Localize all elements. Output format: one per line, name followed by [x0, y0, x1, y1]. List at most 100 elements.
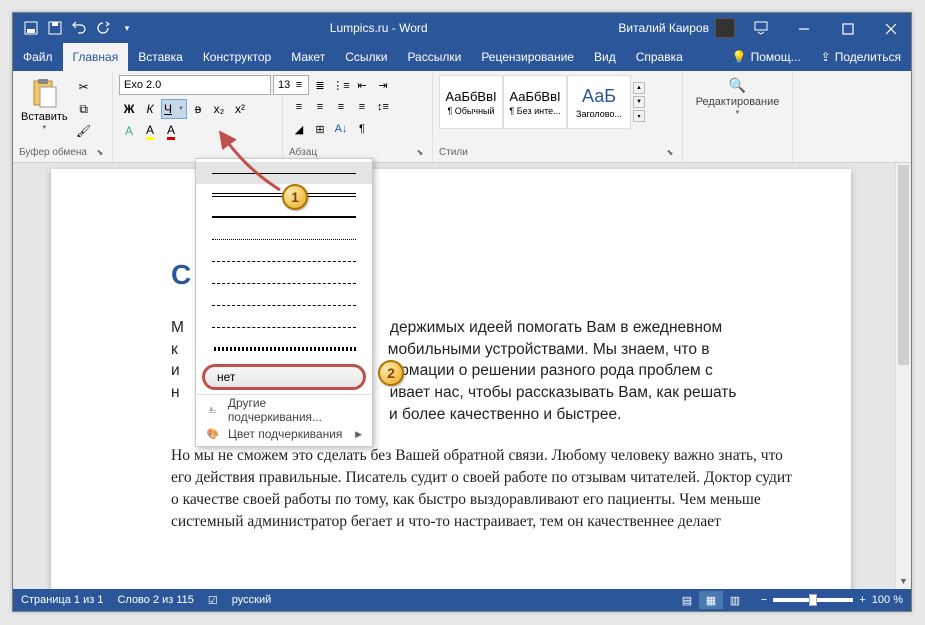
align-left-button[interactable]: ≡ [289, 97, 309, 117]
styles-dialog-launcher[interactable]: ⬊ [664, 146, 676, 158]
tab-home[interactable]: Главная [63, 43, 129, 71]
underline-none[interactable]: нет [202, 364, 366, 390]
underline-color[interactable]: 🎨Цвет подчеркивания▶ [196, 422, 372, 446]
underline-style-single[interactable] [196, 162, 372, 184]
underline-style-thick[interactable] [196, 206, 372, 228]
page-indicator[interactable]: Страница 1 из 1 [21, 594, 103, 606]
tab-references[interactable]: Ссылки [335, 43, 397, 71]
group-styles: АаБбВвІ¶ Обычный АаБбВвІ¶ Без инте... Аа… [433, 71, 683, 162]
tab-mailings[interactable]: Рассылки [397, 43, 471, 71]
close-icon[interactable] [871, 14, 911, 44]
chevron-down-icon: ▼ [735, 110, 741, 116]
tab-file[interactable]: Файл [13, 43, 63, 71]
underline-style-dashed[interactable] [196, 250, 372, 272]
scroll-down-icon[interactable]: ▼ [896, 573, 911, 589]
subscript-button[interactable]: x₂ [209, 99, 229, 119]
callout-1: 1 [282, 184, 308, 210]
highlight-button[interactable]: A [140, 121, 160, 141]
document-area: С Мдержимых идеей помогать Вам в ежеднев… [13, 163, 911, 589]
page: С Мдержимых идеей помогать Вам в ежеднев… [51, 169, 851, 589]
clipboard-dialog-launcher[interactable]: ⬊ [94, 146, 106, 158]
copy-icon[interactable]: ⧉ [74, 99, 94, 119]
line-spacing-button[interactable]: ↕≡ [373, 97, 393, 117]
tab-help[interactable]: Справка [626, 43, 693, 71]
word-count[interactable]: Слово 2 из 115 [117, 594, 193, 606]
style-normal[interactable]: АаБбВвІ¶ Обычный [439, 75, 503, 129]
clipboard-icon [28, 77, 60, 109]
tab-layout[interactable]: Макет [281, 43, 335, 71]
underline-style-dash-wide[interactable] [196, 272, 372, 294]
decrease-indent-button[interactable]: ⇤ [352, 75, 372, 95]
underline-button[interactable]: Ч▼ [161, 99, 187, 119]
multilevel-button[interactable]: ⋮≡ [331, 75, 351, 95]
read-mode-icon[interactable]: ▤ [675, 591, 699, 609]
spellcheck-icon[interactable]: ☑ [208, 594, 218, 607]
paragraph-group-label: Абзац [289, 147, 317, 158]
font-color-button[interactable]: A [161, 121, 181, 141]
vertical-scrollbar[interactable]: ▲ ▼ [895, 163, 911, 589]
zoom-value[interactable]: 100 % [872, 594, 903, 606]
save-icon[interactable] [43, 16, 67, 40]
zoom-in-icon[interactable]: + [859, 594, 865, 606]
numbering-button[interactable]: ≣ [310, 75, 330, 95]
text-effects-button[interactable]: A [119, 121, 139, 141]
tab-review[interactable]: Рецензирование [471, 43, 584, 71]
qat-customize-icon[interactable]: ▾ [115, 16, 139, 40]
user-area[interactable]: Виталий Каиров [618, 18, 741, 38]
language-indicator[interactable]: русский [232, 594, 271, 606]
zoom-control: − + 100 % [761, 594, 903, 606]
italic-button[interactable]: К [140, 99, 160, 119]
format-painter-icon[interactable]: 🖌 [74, 121, 94, 141]
editing-button[interactable]: 🔍 Редактирование ▼ [696, 77, 780, 116]
undo-icon[interactable] [67, 16, 91, 40]
gallery-more-icon[interactable]: ▾ [633, 110, 645, 122]
shading-button[interactable]: ◢ [289, 119, 309, 139]
redo-icon[interactable] [91, 16, 115, 40]
ribbon-options-icon[interactable] [741, 13, 781, 43]
underline-style-dash-dot-dot[interactable] [196, 316, 372, 338]
show-marks-button[interactable]: ¶ [352, 119, 372, 139]
strikethrough-button[interactable]: в [188, 99, 208, 119]
gallery-down-icon[interactable]: ▼ [633, 96, 645, 108]
underline-more[interactable]: ⎁Другие подчеркивания... [196, 398, 372, 422]
view-buttons: ▤ ▦ ▥ [675, 591, 747, 609]
scroll-thumb[interactable] [898, 165, 909, 365]
autosave-icon[interactable] [19, 16, 43, 40]
sort-button[interactable]: A↓ [331, 119, 351, 139]
tab-insert[interactable]: Вставка [128, 43, 193, 71]
borders-button[interactable]: ⊞ [310, 119, 330, 139]
underline-style-dotted[interactable] [196, 228, 372, 250]
statusbar: Страница 1 из 1 Слово 2 из 115 ☑ русский… [13, 589, 911, 611]
font-family-input[interactable] [119, 75, 271, 95]
group-clipboard: Вставить ▼ ✂ ⧉ 🖌 Буфер обмена⬊ [13, 71, 113, 162]
gallery-up-icon[interactable]: ▲ [633, 82, 645, 94]
underline-style-dash-dot[interactable] [196, 294, 372, 316]
cut-icon[interactable]: ✂ [74, 77, 94, 97]
underline-style-wavy[interactable] [196, 338, 372, 360]
styles-more: ▲ ▼ ▾ [631, 75, 647, 129]
tab-design[interactable]: Конструктор [193, 43, 281, 71]
web-layout-icon[interactable]: ▥ [723, 591, 747, 609]
app-window: ▾ Lumpics.ru - Word Виталий Каиров Файл … [12, 12, 912, 612]
minimize-icon[interactable] [784, 14, 824, 44]
align-right-button[interactable]: ≡ [331, 97, 351, 117]
paragraph-dialog-launcher[interactable]: ⬊ [414, 146, 426, 158]
tab-view[interactable]: Вид [584, 43, 626, 71]
color-icon: 🎨 [206, 427, 220, 441]
align-center-button[interactable]: ≡ [310, 97, 330, 117]
style-nospacing[interactable]: АаБбВвІ¶ Без инте... [503, 75, 567, 129]
bold-button[interactable]: Ж [119, 99, 139, 119]
superscript-button[interactable]: x² [230, 99, 250, 119]
tellme-button[interactable]: 💡Помощ... [722, 43, 811, 71]
share-button[interactable]: ⇪Поделиться [811, 43, 911, 71]
window-controls [741, 13, 911, 44]
paste-button[interactable]: Вставить ▼ [19, 75, 70, 141]
bullets-button[interactable]: ≡ [289, 75, 309, 95]
zoom-out-icon[interactable]: − [761, 594, 767, 606]
zoom-slider[interactable] [773, 598, 853, 602]
print-layout-icon[interactable]: ▦ [699, 591, 723, 609]
justify-button[interactable]: ≡ [352, 97, 372, 117]
increase-indent-button[interactable]: ⇥ [373, 75, 393, 95]
style-heading1[interactable]: АаБЗаголово... [567, 75, 631, 129]
maximize-icon[interactable] [828, 14, 868, 44]
